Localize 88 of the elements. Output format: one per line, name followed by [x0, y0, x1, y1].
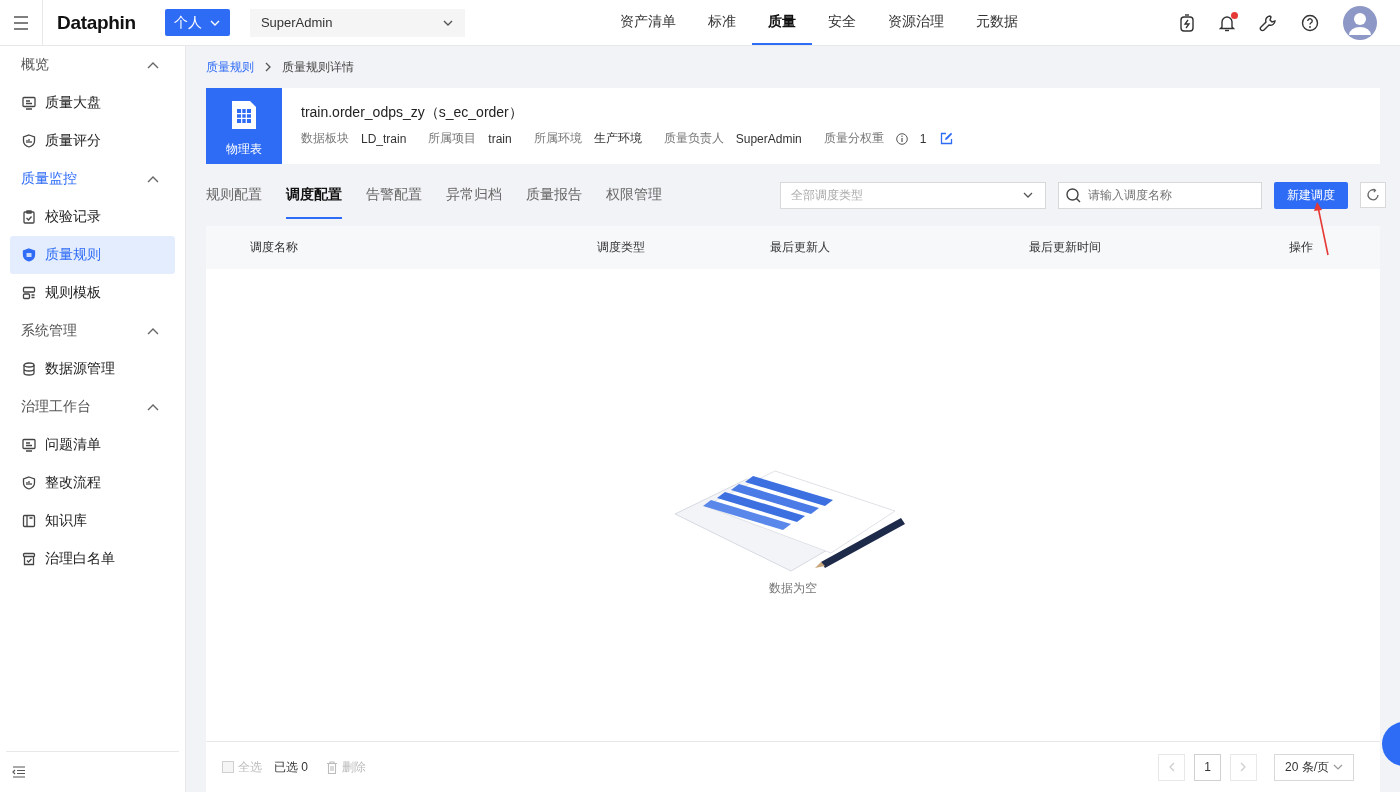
breadcrumb-current: 质量规则详情	[282, 58, 354, 76]
meta-value: train	[488, 131, 512, 146]
selected-count: 已选 0	[274, 758, 308, 776]
clipboard-icon	[22, 210, 36, 224]
caret-icon	[210, 19, 221, 26]
nav-tab[interactable]: 质量	[751, 0, 812, 45]
breadcrumb-link[interactable]: 质量规则	[206, 58, 254, 76]
refresh-icon	[1366, 188, 1380, 202]
nav-tab[interactable]: 元数据	[959, 0, 1034, 45]
collapse-sidebar-icon[interactable]	[12, 766, 26, 778]
sidebar-group[interactable]: 概览	[10, 46, 175, 84]
avatar-icon[interactable]	[1343, 5, 1377, 40]
chevron-left-icon	[1168, 762, 1175, 772]
help-icon[interactable]	[1301, 13, 1319, 32]
meta-value: SuperAdmin	[735, 131, 802, 146]
create-schedule-button[interactable]: 新建调度	[1274, 181, 1348, 209]
meta-value: 生产环境	[593, 130, 642, 147]
tab[interactable]: 异常归档	[446, 164, 502, 226]
sidebar-group[interactable]: 系统管理	[10, 312, 175, 350]
page-size-select[interactable]: 20 条/页	[1274, 753, 1354, 781]
caret-icon	[442, 19, 453, 26]
nav-tab[interactable]: 标准	[691, 0, 752, 45]
table-icon	[230, 98, 258, 131]
column-header: 最后更新时间	[1029, 239, 1102, 256]
meta-label: 质量分权重	[823, 130, 884, 147]
tab[interactable]: 调度配置	[286, 170, 342, 219]
sidebar-item[interactable]: 质量规则	[10, 236, 175, 274]
nav-tab[interactable]: 资源治理	[871, 0, 960, 45]
project-select[interactable]: SuperAdmin	[249, 8, 465, 37]
column-header: 最后更新人	[770, 239, 831, 256]
battery-bolt-icon[interactable]	[1179, 13, 1195, 32]
template-icon	[22, 286, 36, 300]
info-icon[interactable]	[895, 132, 908, 145]
meta-value: 1	[919, 131, 927, 146]
monitor-icon	[22, 96, 36, 110]
chevron-icon	[147, 403, 159, 411]
book-icon	[22, 514, 36, 528]
column-header: 操作	[1289, 239, 1314, 256]
table-name: train.order_odps_zy（s_ec_order）	[301, 104, 524, 122]
empty-text: 数据为空	[769, 579, 817, 597]
meta-label: 数据板块	[301, 130, 349, 147]
menu-icon[interactable]	[13, 15, 29, 30]
logo[interactable]: Dataphin	[57, 11, 136, 34]
caret-icon	[1023, 192, 1033, 198]
meta-label: 所属环境	[533, 130, 582, 147]
notification-icon[interactable]	[1219, 13, 1235, 32]
space-dropdown[interactable]: 个人	[164, 9, 230, 36]
table-type-badge: 物理表	[206, 88, 282, 164]
sidebar-item[interactable]: 整改流程	[10, 464, 175, 502]
caret-icon	[1333, 764, 1343, 770]
annotation-arrow	[1312, 201, 1332, 257]
refresh-button[interactable]	[1360, 182, 1386, 208]
tab[interactable]: 规则配置	[206, 164, 262, 226]
edit-icon[interactable]	[940, 132, 954, 145]
sidebar-item[interactable]: 问题清单	[10, 426, 175, 464]
box-icon	[22, 552, 36, 566]
sidebar-group[interactable]: 质量监控	[10, 160, 175, 198]
meta-value: LD_train	[361, 131, 407, 146]
sidebar-item[interactable]: 质量评分	[10, 122, 175, 160]
nav-tab[interactable]: 资产清单	[619, 0, 692, 45]
chevron-icon	[147, 327, 159, 335]
column-header: 调度类型	[597, 239, 646, 256]
sidebar-item[interactable]: 治理白名单	[10, 540, 175, 578]
tab[interactable]: 质量报告	[526, 164, 582, 226]
sidebar-item[interactable]: 校验记录	[10, 198, 175, 236]
sidebar-item[interactable]: 知识库	[10, 502, 175, 540]
wrench-icon[interactable]	[1259, 13, 1277, 32]
sidebar-item[interactable]: 质量大盘	[10, 84, 175, 122]
shield-icon	[22, 476, 36, 490]
db-icon	[22, 362, 36, 376]
meta-label: 所属项目	[428, 130, 477, 147]
page-number[interactable]: 1	[1194, 753, 1221, 781]
nav-tab[interactable]: 安全	[811, 0, 872, 45]
chevron-right-icon	[264, 62, 272, 72]
sidebar-group[interactable]: 治理工作台	[10, 388, 175, 426]
chevron-icon	[147, 61, 159, 69]
chevron-right-icon	[1240, 762, 1247, 772]
monitor-icon	[22, 438, 36, 452]
sidebar-item[interactable]: 规则模板	[10, 274, 175, 312]
trash-icon	[326, 760, 338, 774]
meta-label: 质量负责人	[663, 130, 724, 147]
tab[interactable]: 权限管理	[606, 164, 662, 226]
search-field[interactable]: 请输入调度名称	[1058, 181, 1262, 209]
column-header: 调度名称	[250, 239, 299, 256]
sidebar-item[interactable]: 数据源管理	[10, 350, 175, 388]
chevron-icon	[147, 175, 159, 183]
shield-icon	[22, 134, 36, 148]
tab[interactable]: 告警配置	[366, 164, 422, 226]
